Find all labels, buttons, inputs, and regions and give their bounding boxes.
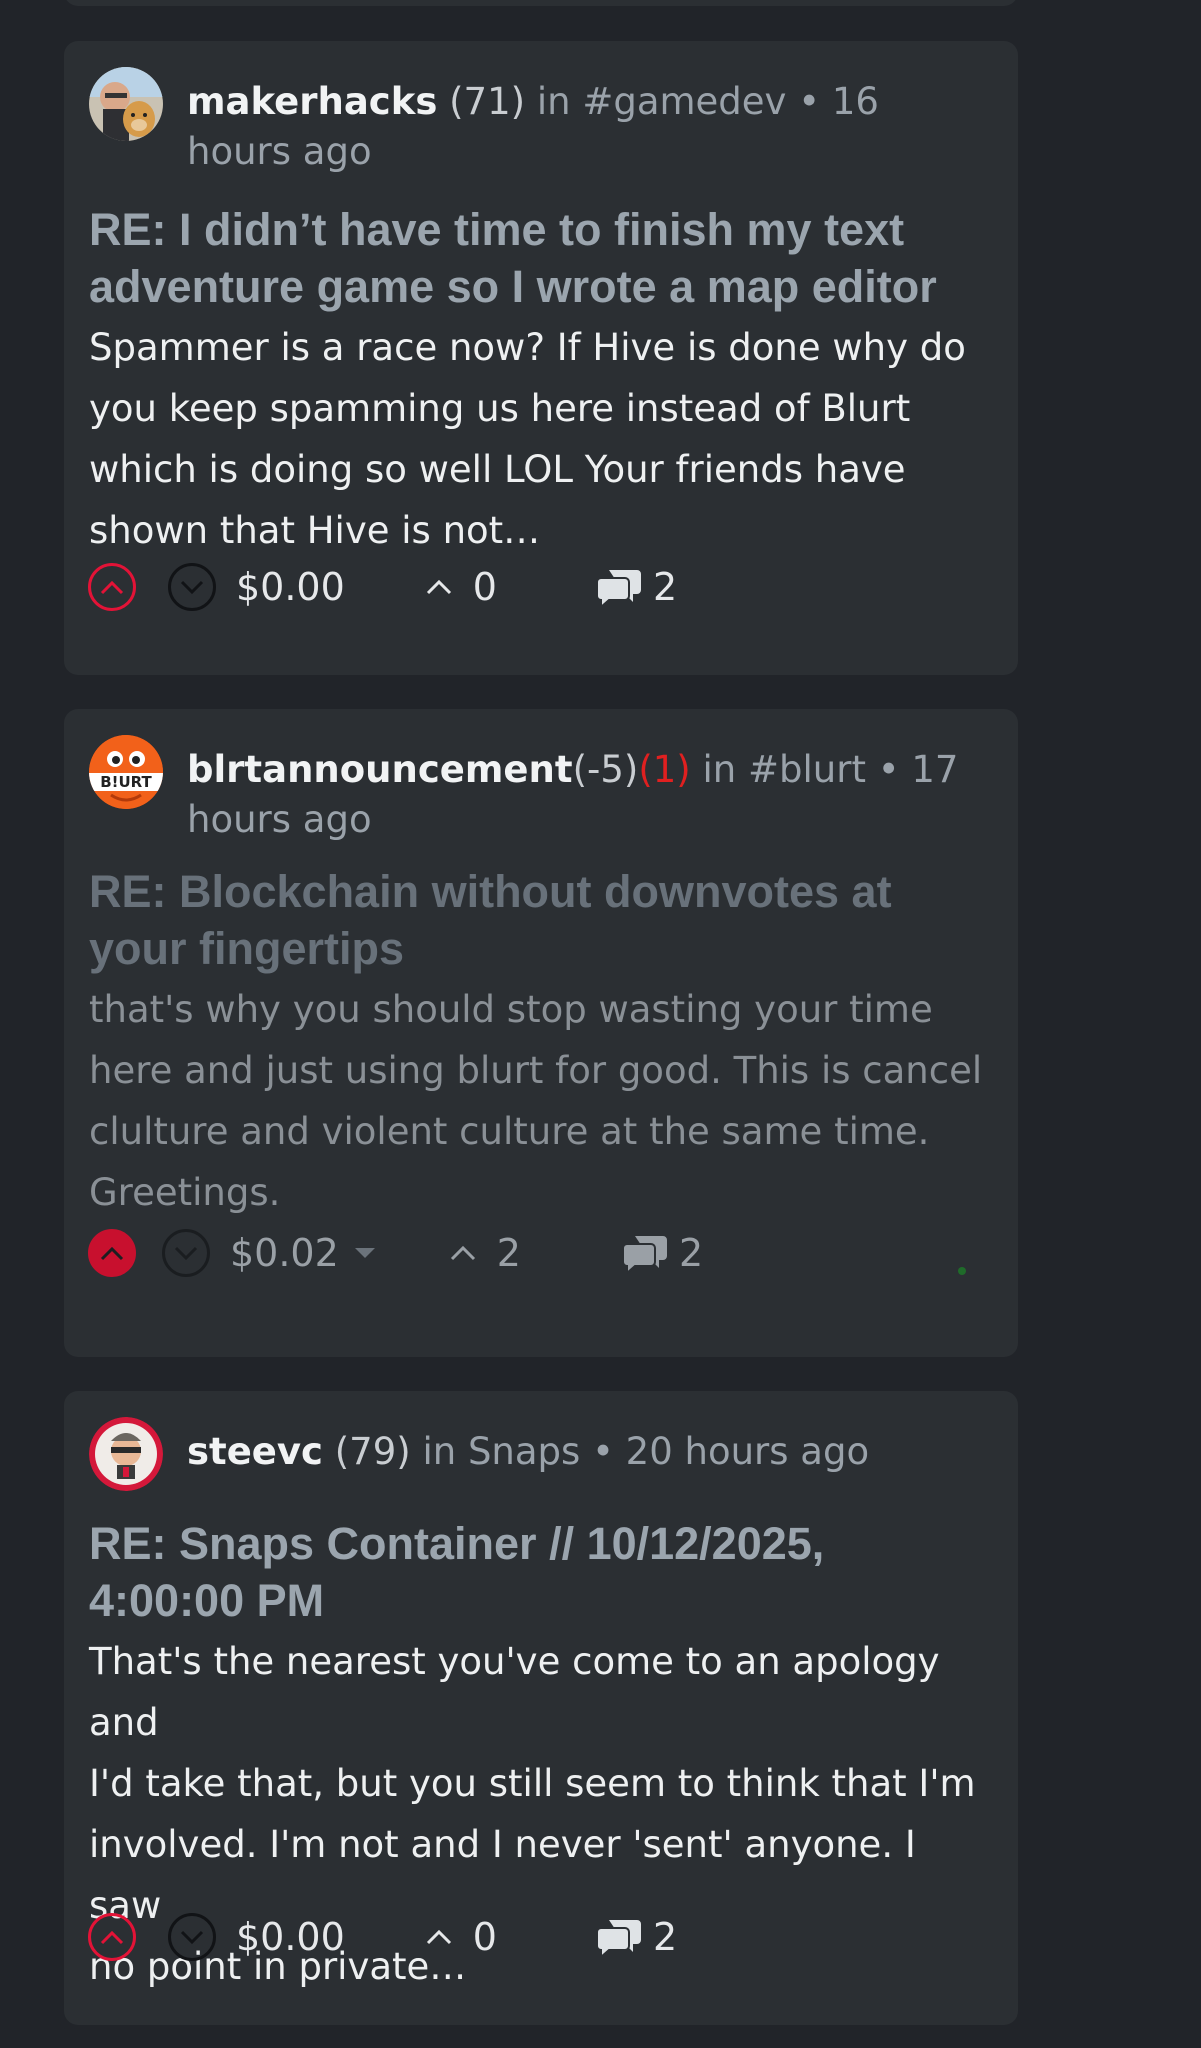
community-link[interactable]: Snaps [468,1430,580,1473]
payout-value[interactable]: $0.00 [236,565,345,609]
payout-value[interactable]: $0.02 [230,1231,339,1275]
post-header: steevc (79) in Snaps • 20 hours ago [89,1417,992,1491]
post-header: B!URT blrtannouncement(-5)(1) in #blurt … [89,735,992,845]
post-time-continued[interactable]: hours ago [187,798,372,841]
post-actions: $0.02 2 2 [88,1229,703,1277]
post-time[interactable]: 17 [911,748,958,791]
post-body[interactable]: Spammer is a race now? If Hive is done w… [89,317,992,561]
post-title[interactable]: RE: Blockchain without downvotes at your… [89,863,992,977]
community-link[interactable]: #gamedev [582,80,786,123]
previous-card-edge [64,0,1018,6]
post-meta: makerhacks (71) in #gamedev • 16 hours a… [187,67,992,177]
votes-value: 2 [496,1231,521,1275]
post-body-line: I'd take that, but you still seem to thi… [89,1762,976,1805]
author-reputation: (-5) [572,748,639,791]
author-reputation: (79) [334,1430,411,1473]
community-link[interactable]: #blurt [748,748,866,791]
avatar[interactable] [89,67,163,141]
post-title-line: 4:00:00 PM [89,1575,325,1626]
community-prefix: in [422,1430,457,1473]
upvote-button[interactable] [88,1229,136,1277]
downvote-button[interactable] [168,563,216,611]
downvote-button[interactable] [162,1229,210,1277]
avatar[interactable]: B!URT [89,735,163,809]
post-meta: blrtannouncement(-5)(1) in #blurt • 17 h… [187,735,958,845]
chat-bubbles-icon [621,1236,667,1274]
post-body-line: that's why you should stop wasting your … [89,988,933,1031]
post-actions: $0.00 0 2 [88,1913,677,1961]
chevron-down-icon [174,1246,198,1261]
author-link[interactable]: steevc [187,1430,323,1473]
meta-separator: • [592,1430,614,1473]
chevron-up-icon [100,1246,124,1261]
votes-count[interactable]: 0 [425,565,497,609]
post-card[interactable]: B!URT blrtannouncement(-5)(1) in #blurt … [64,709,1018,1357]
post-body-line: Greetings. [89,1171,281,1214]
author-link[interactable]: makerhacks [187,80,437,123]
community-prefix: in [536,80,571,123]
post-body-line: Spammer is a race now? If Hive is done w… [89,326,966,369]
mute-count: (1) [638,748,691,791]
meta-separator: • [798,80,821,123]
post-card[interactable]: makerhacks (71) in #gamedev • 16 hours a… [64,41,1018,675]
caret-up-icon [450,1245,475,1261]
post-meta: steevc (79) in Snaps • 20 hours ago [187,1417,869,1477]
votes-count[interactable]: 2 [449,1231,521,1275]
votes-value: 0 [472,565,497,609]
payout-dropdown-icon[interactable] [354,1248,375,1258]
votes-value: 0 [472,1915,497,1959]
chat-bubbles-icon [595,1920,641,1958]
status-dot [958,1267,966,1275]
post-title-line: RE: Snaps Container // 10/12/2025, [89,1518,825,1569]
post-body-line: clulture and violent culture at the same… [89,1110,930,1153]
chevron-down-icon [180,1930,204,1945]
post-title-line: RE: I didn’t have time to finish my text [89,204,905,255]
replies-value: 2 [678,1231,704,1275]
post-body-line: you keep spamming us here instead of Blu… [89,387,911,430]
post-title-line: RE: Blockchain without downvotes at [89,866,892,917]
payout-value[interactable]: $0.00 [236,1915,345,1959]
post-card[interactable]: steevc (79) in Snaps • 20 hours ago RE: … [64,1391,1018,2025]
replies-count[interactable]: 2 [621,1231,703,1275]
author-link[interactable]: blrtannouncement [187,748,573,791]
post-body-line: here and just using blurt for good. This… [89,1049,983,1092]
upvote-button[interactable] [88,563,136,611]
votes-count[interactable]: 0 [425,1915,497,1959]
post-actions: $0.00 0 2 [88,563,677,611]
post-body[interactable]: that's why you should stop wasting your … [89,979,992,1223]
replies-value: 2 [652,565,678,609]
post-title-line: adventure game so I wrote a map editor [89,261,937,312]
meta-separator: • [877,748,900,791]
avatar[interactable] [89,1417,163,1491]
post-title[interactable]: RE: Snaps Container // 10/12/2025, 4:00:… [89,1515,992,1629]
post-header: makerhacks (71) in #gamedev • 16 hours a… [89,67,992,177]
caret-up-icon [426,579,451,595]
community-prefix: in [702,748,737,791]
post-title-line: your fingertips [89,923,405,974]
post-body-line: which is doing so well LOL Your friends … [89,448,906,491]
downvote-button[interactable] [168,1913,216,1961]
chevron-down-icon [180,580,204,595]
author-reputation: (71) [449,80,526,123]
post-body-line: shown that Hive is not… [89,509,541,552]
upvote-button[interactable] [88,1913,136,1961]
chat-bubbles-icon [595,570,641,608]
replies-count[interactable]: 2 [595,565,677,609]
replies-value: 2 [652,1915,678,1959]
replies-count[interactable]: 2 [595,1915,677,1959]
caret-up-icon [426,1929,451,1945]
chevron-up-icon [100,1930,124,1945]
post-body-line: That's the nearest you've come to an apo… [89,1640,940,1744]
post-title[interactable]: RE: I didn’t have time to finish my text… [89,201,992,315]
chevron-up-icon [100,580,124,595]
avatar-logo-text: B!URT [100,773,152,791]
post-time[interactable]: 20 hours ago [626,1430,869,1473]
